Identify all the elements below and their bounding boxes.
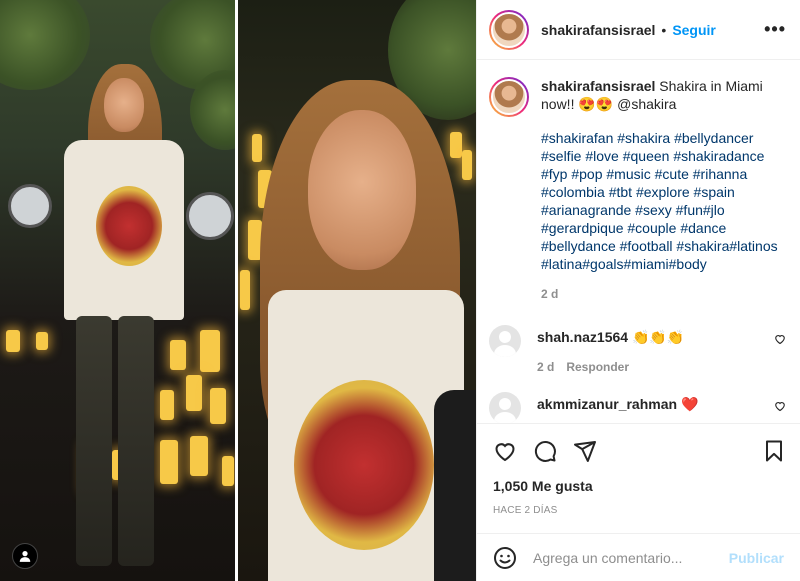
caption-hashtags[interactable]: #shakirafan #shakira #bellydancer #selfi…: [541, 129, 786, 273]
share-icon[interactable]: [573, 439, 597, 463]
candle-light: [462, 150, 472, 180]
candle-light: [186, 375, 202, 411]
comment-icon[interactable]: [533, 439, 557, 463]
likes-count[interactable]: 1,050 Me gusta: [493, 478, 786, 494]
posted-time: HACE 2 DÍAS: [493, 505, 558, 516]
comment-like-icon[interactable]: [774, 333, 786, 345]
comment-like-icon[interactable]: [774, 400, 786, 412]
left-leg-shape: [76, 316, 112, 566]
comment-item: akmmizanur_rahman ❤️: [489, 392, 786, 423]
more-options-icon[interactable]: •••: [764, 19, 786, 40]
comments-section[interactable]: shakirafansisrael Shakira in Miami now!!…: [477, 61, 800, 423]
caption-avatar[interactable]: [489, 77, 529, 117]
candle-light: [240, 270, 250, 310]
user-icon: [19, 551, 31, 562]
candle-light: [160, 440, 178, 484]
candle-light: [252, 134, 262, 162]
candle-light: [222, 456, 234, 486]
post-photo-collage[interactable]: [0, 0, 476, 581]
candle-light: [36, 332, 48, 350]
commenter-avatar[interactable]: [489, 392, 521, 423]
post-header: shakirafansisrael • Seguir •••: [477, 0, 800, 60]
header-separator: •: [661, 21, 667, 38]
comment-username[interactable]: akmmizanur_rahman: [537, 396, 677, 412]
tagged-users-button[interactable]: [12, 543, 38, 569]
face-shape: [308, 110, 416, 270]
right-leg-shape: [118, 316, 154, 566]
post-actions: 1,050 Me gusta HACE 2 DÍAS: [477, 423, 800, 516]
candle-light: [6, 330, 20, 352]
candle-light: [200, 330, 220, 372]
candle-light: [160, 390, 174, 420]
photo-right-selfie: [238, 0, 476, 581]
foliage-decor: [0, 0, 90, 90]
photo-left-full-body: [0, 0, 235, 581]
post-comment-button[interactable]: Publicar: [729, 550, 784, 566]
follow-button[interactable]: Seguir: [672, 22, 716, 38]
emoji-icon[interactable]: [493, 546, 517, 570]
post-side-panel: shakirafansisrael • Seguir ••• shakirafa…: [476, 0, 800, 581]
drum-decor: [8, 184, 52, 228]
tshirt-print: [96, 186, 162, 266]
comment-item: shah.naz1564 👏👏👏 2 d Responder: [489, 325, 786, 374]
candle-light: [190, 436, 208, 476]
add-comment-bar: Publicar: [477, 533, 800, 581]
face-shape: [104, 78, 144, 132]
heart-icon[interactable]: [493, 439, 517, 463]
reply-button[interactable]: Responder: [566, 360, 629, 374]
comment-username[interactable]: shah.naz1564: [537, 329, 628, 345]
caption: shakirafansisrael Shakira in Miami now!!…: [489, 77, 786, 303]
author-username[interactable]: shakirafansisrael: [541, 22, 655, 38]
caption-age: 2 d: [541, 287, 559, 301]
shoulder-shadow: [434, 390, 476, 581]
candle-light: [210, 388, 226, 424]
drum-decor: [186, 192, 234, 240]
bookmark-icon[interactable]: [762, 439, 786, 463]
comment-input[interactable]: [533, 549, 721, 566]
comment-text: ❤️: [680, 396, 699, 412]
author-avatar[interactable]: [489, 9, 529, 50]
candle-light: [170, 340, 186, 370]
caption-username[interactable]: shakirafansisrael: [541, 78, 655, 94]
candle-light: [450, 132, 462, 158]
commenter-avatar[interactable]: [489, 325, 521, 357]
comment-text: 👏👏👏: [631, 329, 685, 345]
tshirt-print: [294, 380, 434, 550]
comment-age: 2 d: [537, 360, 555, 374]
